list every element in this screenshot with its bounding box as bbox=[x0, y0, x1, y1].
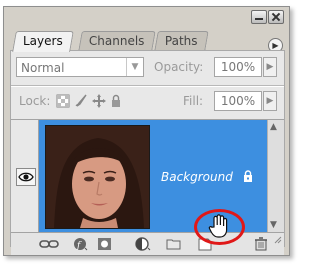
delete-layer-icon[interactable] bbox=[253, 237, 269, 251]
tab-channels[interactable]: Channels bbox=[78, 31, 156, 51]
tab-paths[interactable]: Paths bbox=[154, 31, 209, 51]
add-mask-icon[interactable] bbox=[97, 237, 113, 251]
layer-thumbnail bbox=[45, 125, 150, 229]
opacity-slider-button[interactable]: ▶ bbox=[263, 57, 277, 77]
chevron-down-icon: ▼ bbox=[126, 58, 143, 76]
visibility-toggle[interactable] bbox=[16, 168, 36, 186]
link-layers-icon[interactable] bbox=[39, 237, 59, 251]
layers-scrollbar[interactable]: ▲ ▼ bbox=[267, 120, 284, 232]
blend-mode-value: Normal bbox=[21, 61, 65, 75]
lock-row: Lock: Fill: 100% ▶ bbox=[11, 91, 284, 113]
resize-grip-icon[interactable] bbox=[274, 236, 282, 244]
layers-panel-body: Normal ▼ Opacity: 100% ▶ Lock: Fill: 100… bbox=[10, 50, 285, 255]
layer-lock-icon bbox=[244, 170, 252, 182]
scroll-up-icon[interactable]: ▲ bbox=[270, 122, 277, 132]
lock-transparency-icon[interactable] bbox=[56, 94, 70, 108]
visibility-cell bbox=[11, 120, 39, 232]
close-button[interactable] bbox=[268, 10, 284, 24]
hand-cursor-icon bbox=[208, 214, 228, 238]
eye-icon bbox=[18, 172, 34, 182]
layers-list: Background ▲ ▼ bbox=[11, 119, 284, 232]
fill-slider-button[interactable]: ▶ bbox=[263, 91, 277, 111]
layers-bottom-toolbar: f bbox=[11, 232, 284, 255]
portrait-thumbnail-image bbox=[46, 126, 149, 228]
layers-panel: Layers Channels Paths ▶ Normal ▼ Opacity… bbox=[3, 6, 290, 256]
new-group-icon[interactable] bbox=[166, 237, 182, 251]
scroll-down-icon[interactable]: ▼ bbox=[270, 220, 277, 230]
fill-input[interactable]: 100% bbox=[214, 91, 262, 111]
adjustment-layer-icon[interactable] bbox=[135, 237, 151, 251]
lock-brush-icon[interactable] bbox=[74, 94, 88, 108]
opacity-input[interactable]: 100% bbox=[214, 57, 262, 77]
lock-move-icon[interactable] bbox=[92, 94, 106, 108]
blend-mode-select[interactable]: Normal ▼ bbox=[16, 57, 144, 77]
panel-tabs: Layers Channels Paths bbox=[10, 31, 284, 52]
layer-name: Background bbox=[161, 170, 233, 184]
minimize-button[interactable] bbox=[251, 10, 267, 24]
fill-label: Fill: bbox=[183, 94, 204, 108]
opacity-label: Opacity: bbox=[154, 60, 204, 74]
tab-layers[interactable]: Layers bbox=[12, 31, 74, 52]
blend-row: Normal ▼ Opacity: 100% ▶ bbox=[11, 57, 284, 79]
layer-style-icon[interactable]: f bbox=[73, 237, 89, 251]
divider bbox=[11, 85, 284, 87]
lock-all-icon[interactable] bbox=[109, 94, 123, 108]
lock-label: Lock: bbox=[19, 94, 51, 108]
